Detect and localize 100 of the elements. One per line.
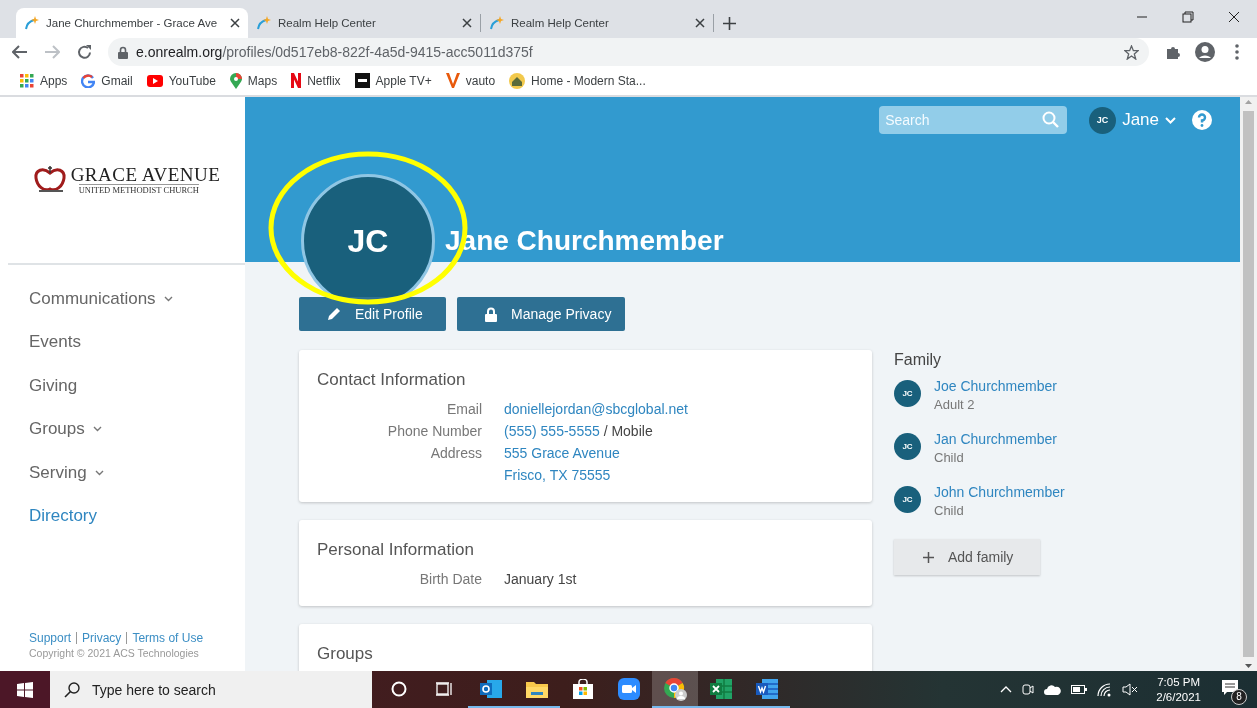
g-logo-icon [81,73,96,88]
star-icon[interactable] [1124,44,1139,60]
close-icon[interactable] [695,18,705,28]
family-title: Family [894,351,943,369]
tv-logo-icon [354,73,370,88]
v-logo-icon [445,73,460,88]
bookmark[interactable]: Apple TV+ [354,73,432,88]
shopping-bag-icon[interactable] [573,678,593,699]
close-icon[interactable] [462,18,472,28]
field-note: / Mobile [603,423,653,439]
search-placeholder: Type here to search [92,681,216,698]
field-link[interactable]: doniellejordan@sbcglobal.net [504,401,688,417]
footer-link[interactable]: Terms of Use [126,632,209,644]
task-view-icon[interactable] [436,681,454,696]
profile-icon[interactable] [1195,42,1215,62]
field-label: Birth Date [418,570,482,589]
field-value: January 1st [504,571,577,587]
folder-icon[interactable] [526,679,548,698]
new-tab-icon[interactable] [722,16,736,30]
battery-icon[interactable] [1071,685,1088,694]
favicon-icon [256,15,272,31]
nav-item[interactable]: Giving [29,364,245,408]
house-icon [509,72,526,89]
menu-icon[interactable] [1235,44,1239,60]
close-icon[interactable] [230,18,240,28]
help-icon[interactable] [1192,110,1212,130]
field-link[interactable]: 555 Grace Avenue [504,445,620,461]
footer-link[interactable]: Privacy [76,632,127,644]
nav-item[interactable]: Directory [29,494,245,538]
play-button-icon [146,74,163,87]
action-button[interactable]: Manage Privacy [457,297,626,331]
add-family-button[interactable]: Add family [894,539,1040,575]
chevron-down-icon[interactable] [1165,116,1176,124]
bookmark[interactable]: vauto [445,73,496,88]
field-link[interactable]: (555) 555-5555 [504,423,600,439]
card-title: Contact Information [317,370,467,390]
search-field[interactable]: Search [879,106,1068,134]
browser-tab[interactable]: Realm Help Center [248,8,480,38]
scrollbar-thumb[interactable] [1243,111,1254,657]
document-icon[interactable] [756,678,778,699]
member-link[interactable]: Jan Churchmember [934,431,1057,447]
action-button[interactable]: Edit Profile [299,297,446,331]
user-name[interactable]: Jane [1122,110,1159,130]
wifi-icon[interactable] [1097,682,1113,697]
copyright-text: Copyright © 2021 ACS Technologies [29,647,200,659]
search-icon [1042,111,1060,128]
back-arrow-icon[interactable] [12,45,28,59]
browser-tab[interactable]: Realm Help Center [481,8,713,38]
member-role: Adult 2 [934,397,976,412]
church-name: GRACE AVENUE [70,165,221,185]
puzzle-icon[interactable] [1165,44,1181,60]
taskbar-search-field[interactable]: Type here to search [50,671,372,708]
user-avatar[interactable]: JC [1089,106,1117,134]
spreadsheet-icon[interactable] [710,678,732,699]
favicon-icon [24,15,40,31]
footer-link[interactable]: Support [29,632,77,644]
scroll-down-icon[interactable] [1244,661,1253,671]
nav-item[interactable]: Events [29,320,245,364]
field-label: Address [429,444,482,463]
lock-icon [118,45,128,59]
bookmark[interactable]: Gmail [81,73,133,88]
member-avatar: JC [894,380,921,407]
apps-grid-icon [20,73,34,88]
apple-cross-logo-icon [32,165,67,195]
notification-button[interactable]: 8 [1219,674,1247,705]
bookmark[interactable]: Apps [20,73,68,88]
n-logo-icon [291,73,302,88]
video-camera-icon[interactable] [618,677,640,700]
member-link[interactable]: John Churchmember [934,484,1065,500]
nav-item[interactable]: Serving [29,451,245,495]
bookmark[interactable]: Netflix [291,73,341,88]
favicon-icon [489,15,505,31]
chevron-up-icon[interactable] [1000,686,1013,693]
field-link[interactable]: Frisco, TX 75555 [504,467,611,483]
church-subtitle: UNITED METHODIST CHURCH [78,184,199,195]
windows-logo-icon[interactable] [17,681,33,698]
member-avatar: JC [894,433,921,460]
member-link[interactable]: Joe Churchmember [934,378,1057,394]
search-icon [64,681,80,698]
member-avatar: JC [894,486,921,513]
notification-count: 8 [1231,688,1247,705]
bookmark[interactable]: Home - Modern Sta... [509,72,646,89]
map-pin-icon [229,72,242,89]
lock-icon [485,306,497,322]
reload-icon[interactable] [76,44,92,60]
address-bar[interactable]: e.onrealm.org/profiles/0d517eb8-822f-4a5d-9415-acc5011d375f [108,38,1149,66]
cloud-icon[interactable] [1044,684,1062,695]
bookmark[interactable]: YouTube [146,73,216,88]
bookmark[interactable]: Maps [229,72,278,89]
meeting-icon[interactable] [1022,682,1035,697]
nav-item[interactable]: Groups [29,407,245,451]
nav-item[interactable]: Communications [29,277,245,321]
speaker-muted-icon[interactable] [1122,683,1139,696]
browser-tab[interactable]: Jane Churchmember - Grace Ave [16,8,248,38]
field-label: Phone Number [386,422,482,441]
clock[interactable]: 7:05 PM 2/6/2021 [1156,674,1201,705]
circle-icon[interactable] [391,680,407,697]
browser-icon[interactable] [663,676,687,701]
mail-app-icon[interactable] [480,678,502,699]
plus-icon [923,551,934,563]
